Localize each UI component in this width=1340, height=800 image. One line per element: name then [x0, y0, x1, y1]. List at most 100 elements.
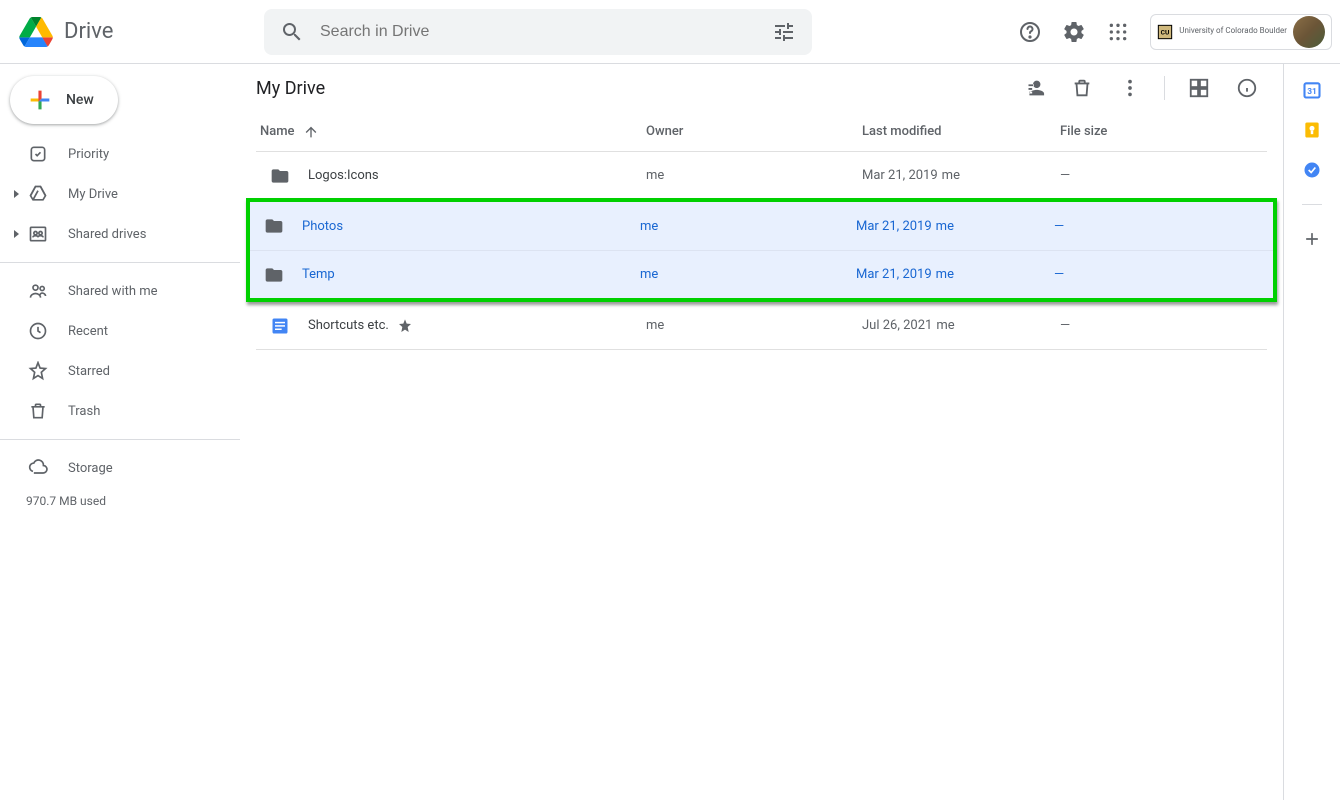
file-modified-by: me: [942, 168, 960, 183]
add-app-icon[interactable]: [1302, 229, 1322, 249]
sidebar-item-recent[interactable]: Recent: [0, 311, 240, 351]
main: New Priority My Drive Shared drives Shar: [0, 64, 1340, 800]
table-row[interactable]: Logos:Icons me Mar 21, 2019me —: [256, 152, 1267, 200]
shared-drives-icon: [26, 222, 50, 246]
settings-icon[interactable]: [1054, 12, 1094, 52]
sidebar-item-storage[interactable]: Storage: [0, 448, 240, 488]
file-modified-date: Mar 21, 2019: [856, 267, 932, 282]
storage-used: 970.7 MB used: [0, 488, 240, 508]
storage-icon: [26, 456, 50, 480]
header-right: CU University of Colorado Boulder: [1010, 12, 1332, 52]
content: My Drive Name Owner Last modified: [240, 64, 1284, 800]
page-title: My Drive: [256, 78, 325, 99]
search-input[interactable]: [312, 23, 764, 41]
my-drive-icon: [26, 182, 50, 206]
file-modified-date: Mar 21, 2019: [856, 219, 932, 234]
details-icon[interactable]: [1227, 68, 1267, 108]
sidebar-item-label: Starred: [68, 364, 110, 379]
table-row[interactable]: Shortcuts etc. me Jul 26, 2021me —: [256, 302, 1267, 350]
starred-icon: [26, 359, 50, 383]
new-button[interactable]: New: [10, 76, 118, 124]
search-icon[interactable]: [272, 12, 312, 52]
search-options-icon[interactable]: [764, 12, 804, 52]
column-modified[interactable]: Last modified: [862, 124, 1060, 139]
doc-icon: [270, 316, 290, 336]
file-modified-date: Mar 21, 2019: [862, 168, 938, 183]
sort-arrow-icon: [303, 124, 319, 140]
sidebar-item-priority[interactable]: Priority: [0, 134, 240, 174]
file-owner: me: [640, 267, 856, 282]
delete-icon[interactable]: [1062, 68, 1102, 108]
sidebar-item-label: My Drive: [68, 187, 118, 202]
app-name: Drive: [64, 19, 113, 44]
new-button-label: New: [66, 92, 94, 108]
file-modified-by: me: [936, 219, 954, 234]
column-size[interactable]: File size: [1060, 124, 1267, 139]
file-name: Logos:Icons: [308, 168, 379, 183]
org-name: University of Colorado Boulder: [1179, 27, 1287, 36]
shared-with-me-icon: [26, 279, 50, 303]
folder-icon: [264, 265, 284, 285]
org-chip[interactable]: CU University of Colorado Boulder: [1150, 14, 1332, 50]
table-header: Name Owner Last modified File size: [256, 112, 1267, 152]
share-icon[interactable]: [1014, 68, 1054, 108]
sidebar-item-label: Shared with me: [68, 284, 158, 299]
avatar[interactable]: [1293, 16, 1325, 48]
sidebar-item-my-drive[interactable]: My Drive: [0, 174, 240, 214]
right-panel: 31: [1284, 64, 1340, 800]
sidebar-item-label: Shared drives: [68, 227, 146, 242]
plus-icon: [26, 86, 54, 114]
file-modified-date: Jul 26, 2021: [862, 318, 932, 333]
svg-text:31: 31: [1307, 87, 1317, 97]
sidebar-item-label: Priority: [68, 147, 109, 162]
column-name[interactable]: Name: [256, 124, 646, 140]
file-owner: me: [646, 168, 862, 183]
column-owner[interactable]: Owner: [646, 124, 862, 139]
sidebar-item-shared-with-me[interactable]: Shared with me: [0, 271, 240, 311]
trash-icon: [26, 399, 50, 423]
selection-highlight: Photos me Mar 21, 2019me — Temp me Mar 2…: [246, 198, 1277, 302]
sidebar-item-trash[interactable]: Trash: [0, 391, 240, 431]
star-icon: [397, 318, 413, 334]
sidebar-item-label: Trash: [68, 404, 100, 419]
expand-arrow-icon[interactable]: [8, 229, 26, 239]
file-size: —: [1060, 318, 1267, 333]
table-row[interactable]: Temp me Mar 21, 2019me —: [250, 250, 1273, 298]
apps-icon[interactable]: [1098, 12, 1138, 52]
file-size: —: [1054, 219, 1273, 234]
table-row[interactable]: Photos me Mar 21, 2019me —: [250, 202, 1273, 250]
sidebar-item-starred[interactable]: Starred: [0, 351, 240, 391]
priority-icon: [26, 142, 50, 166]
file-name: Temp: [302, 267, 335, 282]
header: Drive CU University of Colorado Boulder: [0, 0, 1340, 64]
content-header: My Drive: [240, 64, 1283, 112]
file-owner: me: [640, 219, 856, 234]
file-modified-by: me: [936, 267, 954, 282]
file-name: Photos: [302, 219, 343, 234]
file-owner: me: [646, 318, 862, 333]
sidebar: New Priority My Drive Shared drives Shar: [0, 64, 240, 800]
file-name: Shortcuts etc.: [308, 318, 389, 333]
file-table: Name Owner Last modified File size Logos…: [256, 112, 1267, 350]
drive-logo-icon[interactable]: [16, 12, 56, 52]
svg-text:CU: CU: [1161, 28, 1170, 36]
tasks-app-icon[interactable]: [1302, 160, 1322, 180]
more-icon[interactable]: [1110, 68, 1150, 108]
file-size: —: [1054, 267, 1273, 282]
recent-icon: [26, 319, 50, 343]
sidebar-item-label: Recent: [68, 324, 108, 339]
logo-area: Drive: [16, 12, 256, 52]
sidebar-item-label: Storage: [68, 461, 113, 476]
grid-view-icon[interactable]: [1179, 68, 1219, 108]
keep-app-icon[interactable]: [1302, 120, 1322, 140]
folder-icon: [270, 166, 290, 186]
folder-icon: [264, 216, 284, 236]
support-icon[interactable]: [1010, 12, 1050, 52]
expand-arrow-icon[interactable]: [8, 189, 26, 199]
file-modified-by: me: [936, 318, 954, 333]
org-logo-icon: CU: [1157, 24, 1173, 40]
file-size: —: [1060, 168, 1267, 183]
search-bar: [264, 9, 812, 55]
calendar-app-icon[interactable]: 31: [1302, 80, 1322, 100]
sidebar-item-shared-drives[interactable]: Shared drives: [0, 214, 240, 254]
